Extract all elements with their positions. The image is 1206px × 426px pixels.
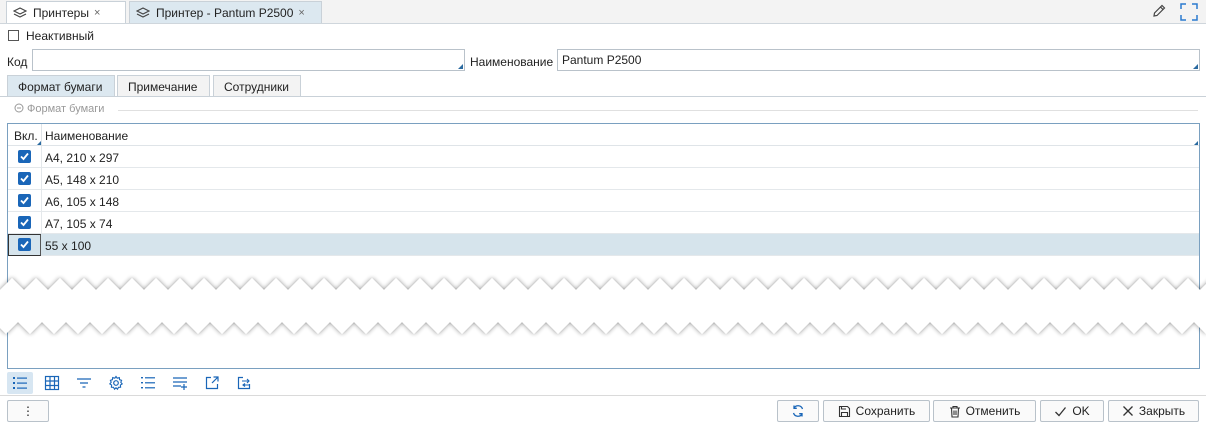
checkmark-icon [20, 152, 29, 161]
close-icon[interactable]: × [298, 7, 304, 19]
refresh-button[interactable] [777, 400, 819, 422]
transfer-button[interactable] [231, 372, 257, 394]
cell-separator [41, 146, 42, 168]
check-icon [1055, 406, 1067, 416]
group-header[interactable]: Формат бумаги [14, 103, 104, 115]
ok-label: OK [1072, 404, 1090, 418]
group-label: Формат бумаги [27, 103, 105, 115]
cell-separator [41, 168, 42, 190]
tab-label: Принтер - Pantum P2500 [156, 5, 294, 20]
row-name: A7, 105 x 74 [45, 217, 113, 231]
row-enabled-checkbox[interactable] [18, 172, 31, 185]
tab-divider [0, 96, 1206, 97]
tab-employees[interactable]: Сотрудники [213, 75, 301, 97]
export-button[interactable] [199, 372, 225, 394]
row-enabled-checkbox[interactable] [18, 216, 31, 229]
tab-printer-pantum[interactable]: Принтер - Pantum P2500 × [129, 1, 322, 23]
table-row[interactable]: A7, 105 x 74 [8, 212, 1199, 234]
collapse-circle-icon [14, 103, 24, 113]
save-button[interactable]: Сохранить [823, 400, 930, 422]
inactive-checkbox[interactable] [8, 30, 19, 41]
list-view-button[interactable] [7, 372, 33, 394]
column-header-name[interactable]: Наименование [45, 129, 128, 143]
edit-pencil-icon[interactable] [1151, 3, 1167, 19]
refresh-icon [792, 405, 804, 417]
column-corner-marker [37, 141, 41, 145]
numbered-list-button[interactable] [135, 372, 161, 394]
column-header-enabled[interactable]: Вкл. [14, 129, 38, 143]
grid-header: Вкл. Наименование [8, 124, 1199, 146]
row-enabled-checkbox[interactable] [18, 150, 31, 163]
checkmark-icon [20, 174, 29, 183]
fullscreen-icon[interactable] [1180, 3, 1198, 21]
more-label: ⋮ [22, 404, 34, 418]
row-enabled-checkbox[interactable] [18, 238, 31, 251]
export-icon [205, 376, 219, 390]
filter-button[interactable] [71, 372, 97, 394]
top-tab-bar: Принтеры × Принтер - Pantum P2500 × [0, 0, 1206, 24]
cell-separator [41, 190, 42, 212]
name-field[interactable]: Pantum P2500 [557, 49, 1200, 71]
add-row-icon [173, 377, 187, 390]
table-view-icon [44, 375, 60, 391]
code-label: Код [7, 55, 28, 69]
row-name: 55 x 100 [45, 239, 92, 253]
tab-label: Принтеры [33, 5, 89, 20]
column-corner-marker [1194, 141, 1198, 145]
name-value: Pantum P2500 [562, 53, 642, 67]
torn-edge-divider [0, 278, 1206, 334]
table-view-button[interactable] [39, 372, 65, 394]
field-corner-marker [1193, 64, 1198, 69]
trash-icon [949, 405, 960, 418]
layers-icon [136, 6, 150, 18]
row-enabled-checkbox[interactable] [18, 194, 31, 207]
row-name: A5, 148 x 210 [45, 173, 120, 187]
close-label: Закрыть [1138, 404, 1186, 418]
add-row-button[interactable] [167, 372, 193, 394]
cell-separator [41, 212, 42, 234]
field-corner-marker [458, 64, 463, 69]
cancel-label: Отменить [965, 404, 1021, 418]
row-name: A6, 105 x 148 [45, 195, 120, 209]
table-row[interactable]: A5, 148 x 210 [8, 168, 1199, 190]
tab-paper-format[interactable]: Формат бумаги [7, 75, 115, 97]
tab-note[interactable]: Примечание [117, 75, 210, 97]
filter-icon [77, 378, 91, 388]
name-label: Наименование [470, 55, 554, 69]
transfer-icon [237, 376, 251, 390]
more-menu-button[interactable]: ⋮ [7, 400, 49, 422]
table-row-selected[interactable]: 55 x 100 [8, 234, 1199, 256]
footer-divider [0, 395, 1206, 396]
checkmark-icon [20, 240, 29, 249]
close-icon[interactable]: × [94, 7, 100, 19]
close-button[interactable]: Закрыть [1108, 400, 1199, 422]
checkmark-icon [20, 218, 29, 227]
cancel-button[interactable]: Отменить [933, 400, 1036, 422]
table-row[interactable]: A4, 210 x 297 [8, 146, 1199, 168]
save-icon [838, 405, 850, 417]
grid-toolbar [7, 372, 263, 394]
inactive-label: Неактивный [26, 29, 94, 43]
numbered-list-icon [141, 377, 155, 389]
save-label: Сохранить [855, 404, 916, 418]
settings-button[interactable] [103, 372, 129, 394]
ok-button[interactable]: OK [1040, 400, 1104, 422]
layers-icon [13, 6, 27, 18]
code-field[interactable] [32, 49, 465, 71]
column-separator [41, 124, 42, 146]
list-view-icon [13, 377, 27, 389]
table-row[interactable]: A6, 105 x 148 [8, 190, 1199, 212]
checkmark-icon [20, 196, 29, 205]
row-name: A4, 210 x 297 [45, 151, 120, 165]
tab-printers[interactable]: Принтеры × [6, 1, 126, 23]
close-icon [1122, 406, 1133, 416]
settings-gear-icon [108, 375, 124, 391]
group-divider [118, 110, 1198, 111]
